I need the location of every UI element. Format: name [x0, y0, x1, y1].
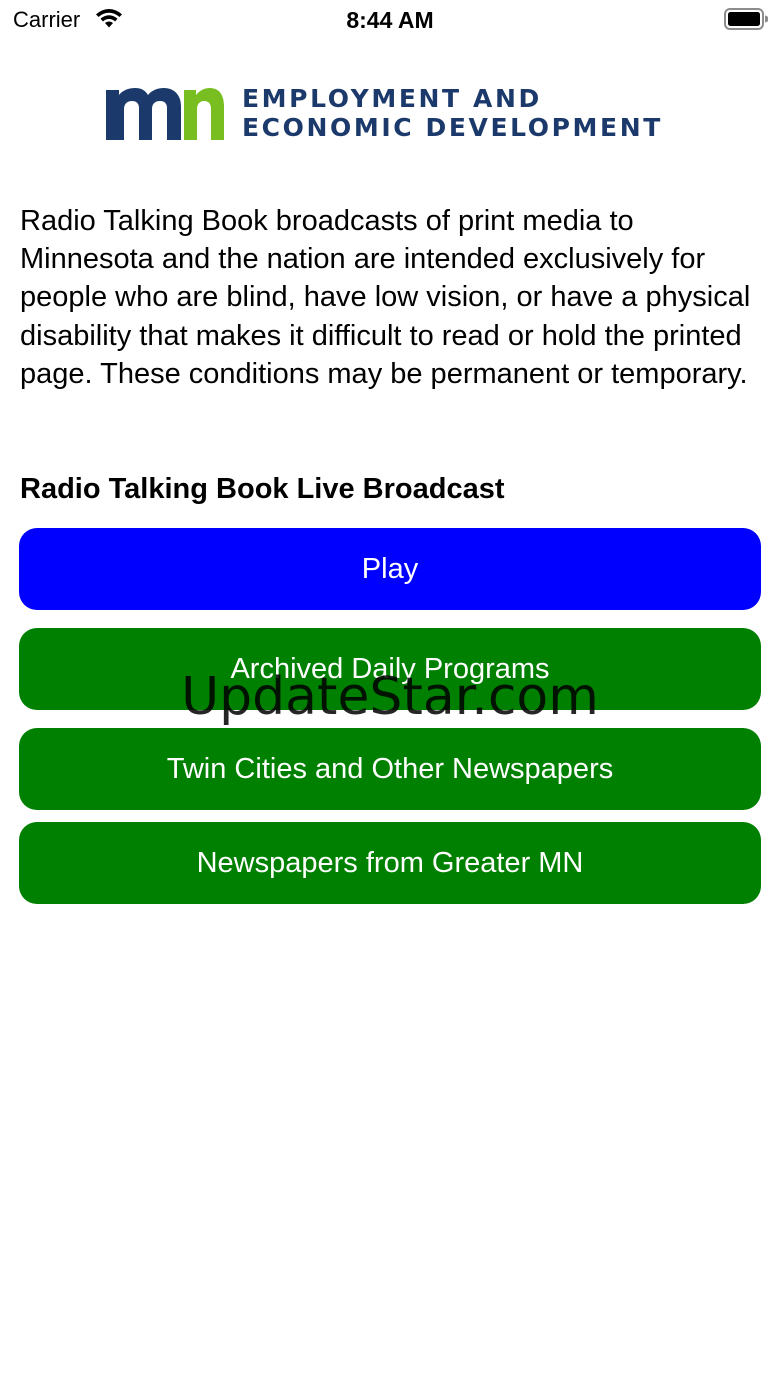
play-button[interactable]: Play — [19, 528, 761, 610]
section-title: Radio Talking Book Live Broadcast — [20, 473, 505, 505]
battery-icon — [724, 8, 768, 30]
status-bar: Carrier 8:44 AM — [0, 0, 780, 40]
logo-text: EMPLOYMENT AND ECONOMIC DEVELOPMENT — [242, 84, 682, 142]
logo-line-2: ECONOMIC DEVELOPMENT — [242, 113, 663, 142]
deed-logo: EMPLOYMENT AND ECONOMIC DEVELOPMENT — [106, 84, 676, 142]
clock: 8:44 AM — [346, 7, 434, 33]
twin-cities-newspapers-button[interactable]: Twin Cities and Other Newspapers — [19, 728, 761, 810]
mn-logo-mark-icon — [106, 88, 224, 140]
app-screen: Carrier 8:44 AM EMPLOYMENT AND ECONOMIC … — [0, 0, 780, 1387]
logo-line-1: EMPLOYMENT AND — [242, 84, 542, 113]
intro-paragraph: Radio Talking Book broadcasts of print m… — [20, 205, 751, 390]
archived-daily-programs-button[interactable]: Archived Daily Programs — [19, 628, 761, 710]
greater-mn-newspapers-button[interactable]: Newspapers from Greater MN — [19, 822, 761, 904]
